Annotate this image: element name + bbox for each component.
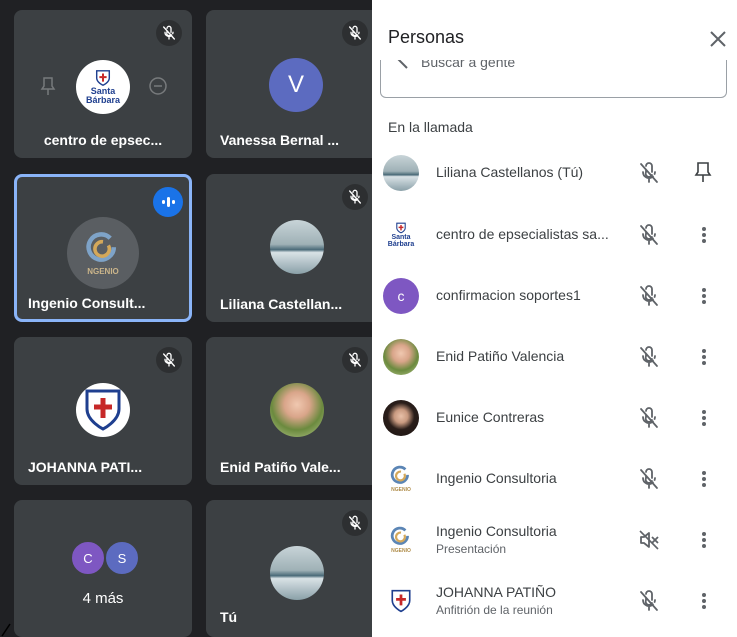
mic-off-icon[interactable] — [637, 161, 661, 185]
close-icon[interactable] — [707, 28, 729, 50]
more-participants-label: 4 más — [82, 590, 124, 607]
tile-name: Vanessa Bernal ... — [220, 132, 340, 148]
participant-row[interactable]: c confirmacion soportes1 — [372, 265, 737, 327]
search-input[interactable]: Buscar a gente — [380, 60, 727, 98]
tile-name: Tú — [220, 609, 238, 625]
participant-row[interactable]: Eunice Contreras — [372, 387, 737, 449]
tile-name: Enid Patiño Vale... — [220, 459, 341, 475]
participant-tile-johanna[interactable]: JOHANNA PATI... — [14, 337, 192, 485]
people-panel: Personas Buscar a gente En la llamada Li… — [372, 0, 737, 637]
participant-name: confirmacion soportes1 — [436, 287, 581, 303]
avatar-photo — [383, 155, 419, 191]
search-icon — [397, 60, 408, 69]
participant-name: Ingenio Consultoria — [436, 523, 557, 539]
participant-row[interactable]: NGENIO Ingenio Consultoria Presentación — [372, 509, 737, 571]
participant-tile-vanessa[interactable]: V Vanessa Bernal ... — [206, 10, 372, 158]
mic-off-icon — [156, 347, 182, 373]
participant-tile-centro[interactable]: Santa Bárbara centro de epsec... — [14, 10, 192, 158]
more-vert-icon[interactable] — [694, 406, 714, 430]
pin-icon[interactable] — [40, 76, 56, 101]
participant-tile-self[interactable]: Tú — [206, 500, 372, 637]
more-vert-icon[interactable] — [694, 528, 714, 552]
participant-name: JOHANNA PATIÑO — [436, 584, 557, 600]
participant-name: Eunice Contreras — [436, 409, 545, 425]
mic-off-icon — [342, 184, 368, 210]
shield-logo — [76, 383, 130, 437]
pin-icon[interactable] — [694, 161, 714, 185]
avatar-photo — [270, 220, 324, 274]
mic-off-icon[interactable] — [637, 589, 661, 613]
shield-logo — [383, 583, 419, 619]
participant-row[interactable]: JOHANNA PATIÑO Anfitrión de la reunión — [372, 570, 737, 632]
avatar-photo — [270, 383, 324, 437]
participant-row[interactable]: Liliana Castellanos (Tú) — [372, 142, 737, 204]
mic-off-icon — [342, 347, 368, 373]
search-placeholder: Buscar a gente — [421, 60, 516, 70]
mic-off-icon[interactable] — [637, 406, 661, 430]
tile-name: Ingenio Consult... — [28, 295, 146, 311]
presentation-off-icon[interactable] — [637, 528, 661, 552]
participant-name: Ingenio Consultoria — [436, 470, 557, 486]
mic-off-icon[interactable] — [637, 345, 661, 369]
more-vert-icon[interactable] — [694, 223, 714, 247]
avatar-photo — [270, 546, 324, 600]
participant-name: Liliana Castellanos (Tú) — [436, 164, 584, 180]
ingenio-logo: NGENIO — [383, 522, 419, 558]
mic-off-icon — [156, 20, 182, 46]
participant-subtitle: Anfitrión de la reunión — [436, 603, 553, 617]
avatar-initial: S — [104, 540, 140, 576]
participant-tile-enid[interactable]: Enid Patiño Vale... — [206, 337, 372, 485]
mic-off-icon — [342, 510, 368, 536]
participant-tile-more[interactable]: C S 4 más — [14, 500, 192, 637]
avatar-initial: c — [383, 278, 419, 314]
participant-tile-liliana[interactable]: Liliana Castellan... — [206, 174, 372, 322]
participant-row[interactable]: Santa Bárbara centro de epsecialistas sa… — [372, 204, 737, 266]
speaking-indicator-icon — [153, 187, 183, 217]
panel-title: Personas — [388, 27, 465, 47]
ingenio-logo: NGENIO — [383, 461, 419, 497]
participant-subtitle: Presentación — [436, 542, 507, 556]
meeting-grid: Santa Bárbara centro de epsec... V Vanes… — [0, 0, 372, 637]
remove-icon[interactable] — [148, 76, 168, 101]
avatar-initial: V — [269, 58, 323, 112]
section-label: En la llamada — [388, 119, 473, 135]
window-corner-icon — [1, 623, 11, 637]
avatar-photo — [383, 400, 419, 436]
santa-barbara-logo: Santa Bárbara — [383, 217, 419, 253]
participant-name: Enid Patiño Valencia — [436, 348, 565, 364]
more-vert-icon[interactable] — [694, 284, 714, 308]
tile-name: centro de epsec... — [43, 132, 163, 148]
ingenio-logo: NGENIO — [67, 217, 139, 289]
tile-name: JOHANNA PATI... — [28, 459, 143, 475]
participant-row[interactable]: NGENIO Ingenio Consultoria — [372, 448, 737, 510]
mic-off-icon[interactable] — [637, 284, 661, 308]
santa-barbara-logo: Santa Bárbara — [76, 60, 130, 114]
participant-row[interactable]: Enid Patiño Valencia — [372, 326, 737, 388]
mic-off-icon[interactable] — [637, 223, 661, 247]
tile-name: Liliana Castellan... — [220, 296, 343, 312]
participant-tile-ingenio[interactable]: NGENIO Ingenio Consult... — [14, 174, 192, 322]
participant-name: centro de epsecialistas sa... — [436, 226, 609, 242]
mic-off-icon — [342, 20, 368, 46]
mic-off-icon[interactable] — [637, 467, 661, 491]
more-vert-icon[interactable] — [694, 467, 714, 491]
more-vert-icon[interactable] — [694, 345, 714, 369]
avatar-photo — [383, 339, 419, 375]
avatar-initial: C — [70, 540, 106, 576]
more-vert-icon[interactable] — [694, 589, 714, 613]
